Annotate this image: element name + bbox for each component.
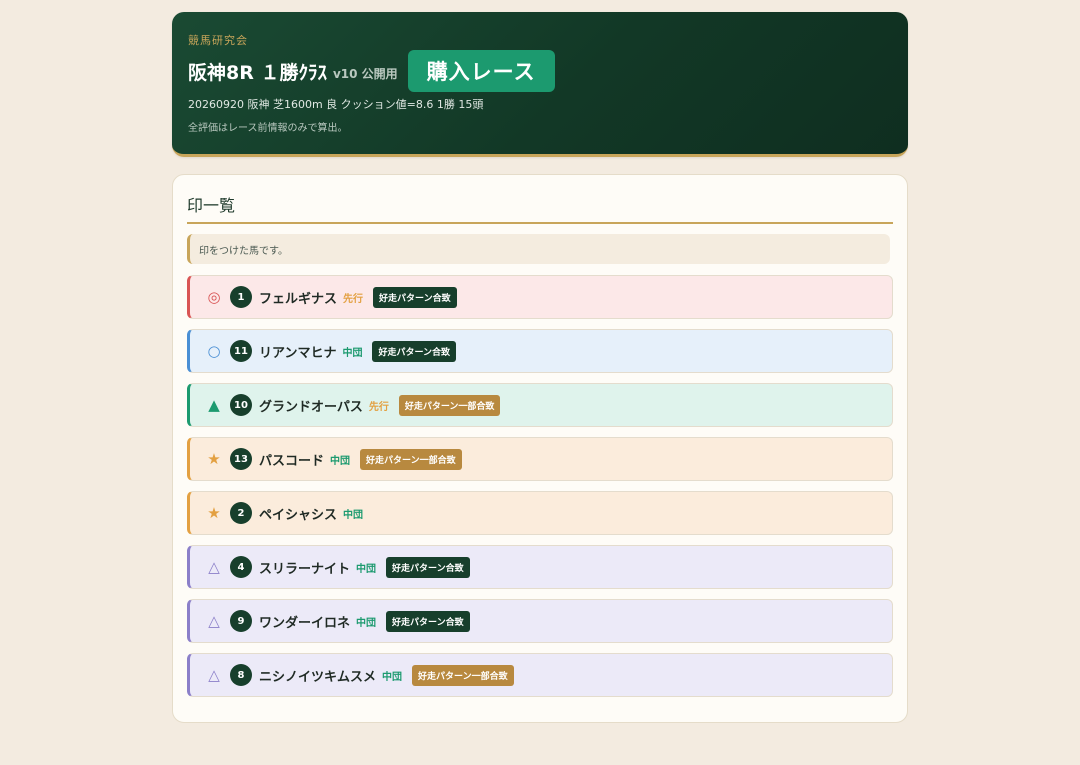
horse-number: 2: [230, 502, 252, 524]
horse-row[interactable]: △ 9 ワンダーイロネ 中団 好走パターン合致: [187, 599, 893, 643]
star-mark-icon: ★: [207, 504, 221, 522]
running-style: 先行: [368, 401, 389, 413]
double-circle-mark-icon: ◎: [207, 288, 221, 306]
horse-number: 4: [230, 556, 252, 578]
title-divider: [187, 222, 893, 224]
race-header: 競馬研究会 阪神8R １勝ｸﾗｽ v10 公開用 購入レース 20260920 …: [172, 12, 908, 157]
horse-number: 1: [230, 286, 252, 308]
evaluation-note: 全評価はレース前情報のみで算出。: [188, 123, 348, 134]
open-triangle-mark-icon: △: [208, 666, 220, 684]
pattern-badge: 好走パターン合致: [373, 286, 457, 308]
running-style: 中団: [382, 671, 403, 683]
pattern-badge: 好走パターン一部合致: [412, 664, 514, 686]
horse-number: 13: [230, 448, 252, 470]
buy-race-button[interactable]: 購入レース: [407, 50, 555, 92]
horse-name: パスコード: [259, 453, 325, 469]
running-style: 先行: [343, 293, 364, 305]
open-triangle-mark-icon: △: [208, 558, 220, 576]
horse-number: 11: [230, 340, 252, 362]
horse-row[interactable]: ★ 2 ペイシャシス 中団: [187, 491, 893, 535]
running-style: 中団: [342, 347, 363, 359]
pattern-badge: 好走パターン合致: [372, 340, 457, 362]
horse-number: 8: [230, 664, 252, 686]
title-row: 阪神8R １勝ｸﾗｽ v10 公開用 購入レース: [188, 50, 555, 92]
horse-row[interactable]: △ 4 スリラーナイト 中団 好走パターン合致: [187, 545, 893, 589]
horse-name: スリラーナイト: [259, 561, 351, 577]
info-box: 印をつけた馬です。: [187, 234, 890, 264]
horse-row[interactable]: △ 8 ニシノイツキムスメ 中団 好走パターン一部合致: [187, 653, 893, 697]
marks-card: 印一覧 印をつけた馬です。 ◎ 1 フェルギナス 先行 好走パターン合致 ○ 1…: [172, 174, 908, 723]
card-title: 印一覧: [187, 196, 236, 215]
running-style: 中団: [356, 617, 377, 629]
horse-name: ペイシャシス: [259, 507, 338, 523]
horse-row[interactable]: ◎ 1 フェルギナス 先行 好走パターン合致: [187, 275, 893, 319]
horse-row[interactable]: ○ 11 リアンマヒナ 中団 好走パターン合致: [187, 329, 893, 373]
horse-name: グランドオーパス: [259, 399, 363, 415]
pattern-badge: 好走パターン一部合致: [398, 394, 501, 416]
pattern-badge: 好走パターン一部合致: [360, 448, 462, 470]
horse-number: 10: [230, 394, 252, 416]
horse-list: ◎ 1 フェルギナス 先行 好走パターン合致 ○ 11 リアンマヒナ 中団 好走…: [187, 275, 893, 707]
circle-mark-icon: ○: [207, 342, 221, 360]
race-title: 阪神8R １勝ｸﾗｽ: [188, 61, 327, 84]
version-label: v10 公開用: [332, 66, 398, 81]
horse-row[interactable]: ▲ 10 グランドオーパス 先行 好走パターン一部合致: [187, 383, 893, 427]
horse-name: ワンダーイロネ: [259, 615, 351, 631]
horse-name: フェルギナス: [259, 291, 338, 307]
horse-name: ニシノイツキムスメ: [259, 669, 377, 685]
filled-triangle-mark-icon: ▲: [208, 396, 220, 414]
running-style: 中団: [356, 563, 377, 575]
pattern-badge: 好走パターン合致: [386, 556, 470, 578]
pattern-badge: 好走パターン合致: [386, 610, 470, 632]
horse-name: リアンマヒナ: [259, 345, 337, 361]
race-meta: 20260920 阪神 芝1600m 良 クッション値=8.6 1勝 15頭: [188, 98, 484, 111]
horse-number: 9: [230, 610, 252, 632]
brand-label: 競馬研究会: [188, 34, 248, 47]
running-style: 中団: [330, 455, 351, 467]
running-style: 中団: [343, 509, 364, 521]
star-mark-icon: ★: [207, 450, 221, 468]
page-container: 競馬研究会 阪神8R １勝ｸﾗｽ v10 公開用 購入レース 20260920 …: [172, 12, 908, 723]
horse-row[interactable]: ★ 13 パスコード 中団 好走パターン一部合致: [187, 437, 893, 481]
open-triangle-mark-icon: △: [208, 612, 220, 630]
